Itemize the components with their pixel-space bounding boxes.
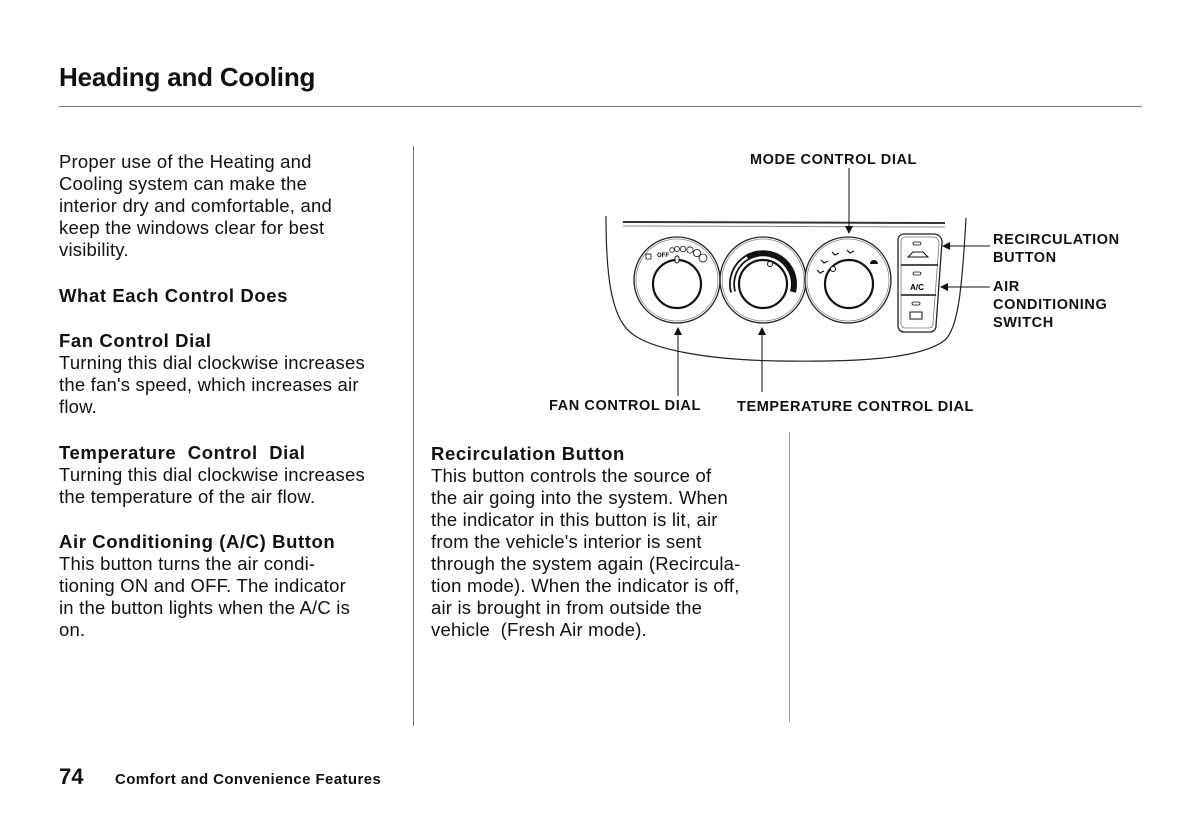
ac-button-line: on. [59, 619, 86, 640]
intro-line: visibility. [59, 239, 129, 260]
page-number: 74 [59, 764, 84, 789]
ac-button-section: Air Conditioning (A/C) Button This butto… [59, 531, 404, 641]
intro-paragraph: Proper use of the Heating and Cooling sy… [59, 151, 404, 261]
recirculation-line: the indicator in this button is lit, air [431, 509, 718, 530]
ac-button-line: tioning ON and OFF. The indicator [59, 575, 346, 596]
ac-label-line: AIR [993, 279, 1020, 295]
intro-line: interior dry and comfortable, and [59, 195, 332, 216]
ac-button-line: This button turns the air condi- [59, 553, 316, 574]
ac-label-line: CONDITIONING [993, 297, 1108, 313]
recirculation-line: This button controls the source of [431, 465, 712, 486]
recirculation-label-line: RECIRCULATION [993, 232, 1120, 248]
page-title: Heading and Cooling [59, 62, 316, 92]
panel-top-bar [622, 221, 946, 224]
recirculation-line: tion mode). When the indicator is off, [431, 575, 740, 596]
recirculation-line: air is brought in from outside the [431, 597, 703, 618]
air-conditioning-switch-label: AIR CONDITIONING SWITCH [993, 278, 1107, 332]
temperature-control-heading: Temperature Control Dial [59, 442, 306, 463]
temperature-control-line: the temperature of the air flow. [59, 486, 316, 507]
fan-off-label: OFF [657, 253, 669, 259]
intro-line: keep the windows clear for best [59, 217, 325, 238]
title-divider [59, 106, 1142, 107]
fan-control-heading: Fan Control Dial [59, 330, 212, 351]
fan-control-section: Fan Control Dial Turning this dial clock… [59, 330, 404, 418]
ac-label-line: SWITCH [993, 315, 1054, 331]
recirculation-line: the air going into the system. When [431, 487, 728, 508]
intro-line: Proper use of the Heating and [59, 151, 312, 172]
temperature-control-dial-label: TEMPERATURE CONTROL DIAL [737, 399, 974, 415]
ac-button-line: in the button lights when the A/C is [59, 597, 351, 618]
recirculation-label-line: BUTTON [993, 250, 1057, 266]
panel-top-bar-shadow [622, 225, 946, 228]
fan-control-line: flow. [59, 396, 98, 417]
temperature-control-section: Temperature Control Dial Turning this di… [59, 442, 404, 508]
temperature-control-line: Turning this dial clockwise increases [59, 464, 365, 485]
fan-dial[interactable]: OFF [633, 236, 721, 324]
recirculation-button-label: RECIRCULATION BUTTON [993, 231, 1120, 267]
fan-control-dial-label: FAN CONTROL DIAL [549, 398, 701, 414]
ac-button-label: A/C [910, 283, 924, 292]
mode-dial[interactable] [804, 236, 892, 324]
recirculation-section: Recirculation Button This button control… [431, 443, 781, 641]
recirculation-line: vehicle (Fresh Air mode). [431, 619, 647, 640]
column-divider-right [789, 432, 790, 722]
fan-control-line: the fan's speed, which increases air [59, 374, 359, 395]
section-name: Comfort and Convenience Features [115, 771, 382, 788]
column-divider-left [413, 146, 414, 726]
recirculation-line: through the system again (Recircula- [431, 553, 741, 574]
temperature-dial[interactable] [719, 236, 807, 324]
mode-control-dial-label: MODE CONTROL DIAL [750, 152, 918, 168]
recirculation-line: from the vehicle's interior is sent [431, 531, 702, 552]
recirculation-heading: Recirculation Button [431, 443, 625, 464]
intro-line: Cooling system can make the [59, 173, 308, 194]
fan-control-line: Turning this dial clockwise increases [59, 352, 365, 373]
section-heading: What Each Control Does [59, 285, 289, 306]
ac-button-heading: Air Conditioning (A/C) Button [59, 531, 336, 552]
